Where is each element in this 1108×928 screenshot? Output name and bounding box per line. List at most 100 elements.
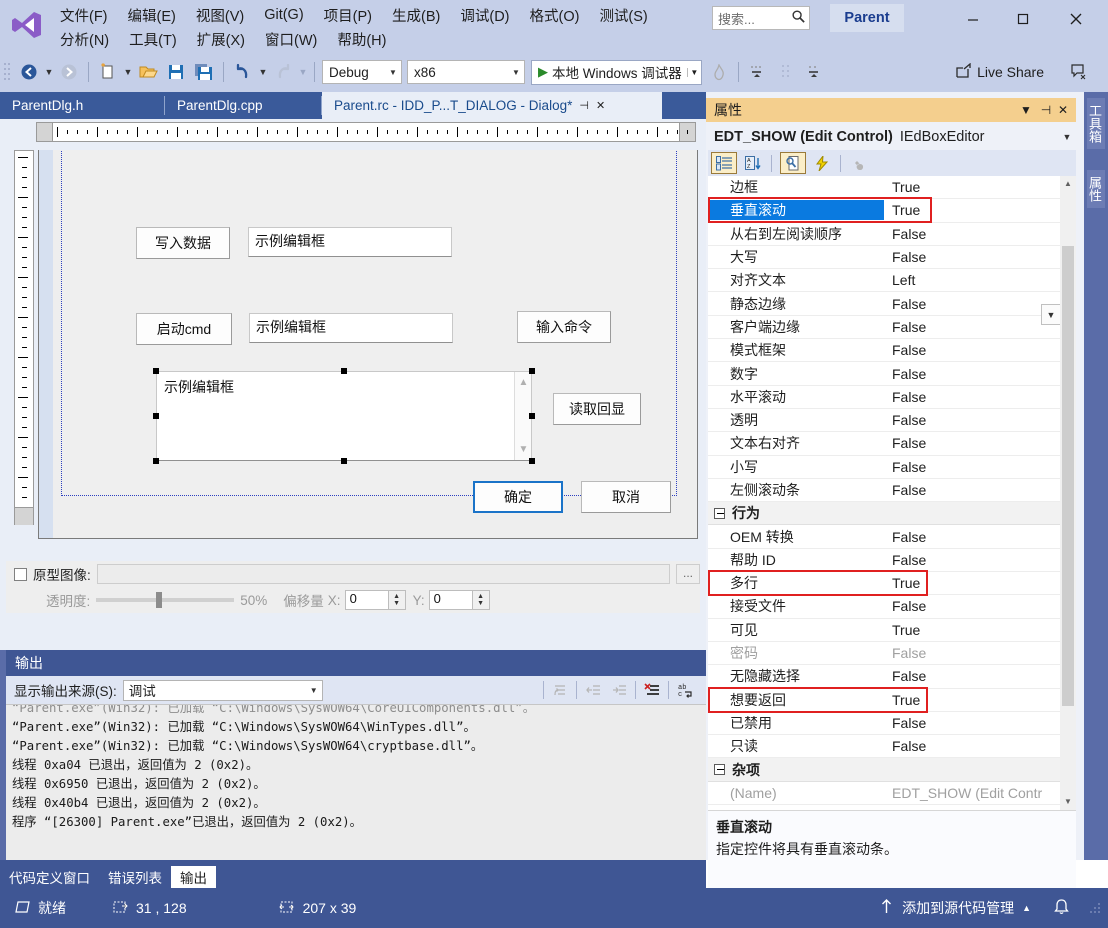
property-value[interactable]: False: [884, 598, 1060, 614]
dialog-canvas[interactable]: 创建子进程 写入数据 示例编辑框 启动cmd 示例编辑框 输入命令 示例编辑框 …: [38, 150, 698, 539]
new-item-icon[interactable]: [95, 59, 121, 85]
selection-handle[interactable]: [529, 368, 535, 374]
properties-scrollbar[interactable]: ▲ ▼: [1060, 176, 1076, 810]
property-row[interactable]: 文本右对齐 False: [708, 432, 1060, 456]
scroll-up-icon[interactable]: ▲: [517, 376, 530, 389]
properties-page-icon[interactable]: [780, 152, 806, 174]
ruler-handle-left[interactable]: [37, 123, 53, 141]
pin-icon[interactable]: ⊣: [579, 99, 589, 112]
opacity-slider[interactable]: [96, 592, 235, 608]
collapse-group-icon[interactable]: [714, 764, 725, 776]
solution-badge[interactable]: Parent: [830, 4, 904, 32]
undo-dropdown-icon[interactable]: ▼: [257, 67, 269, 77]
chevron-down-icon[interactable]: ▼: [1058, 132, 1076, 142]
btn-cancel[interactable]: 取消: [581, 481, 671, 513]
property-value[interactable]: False: [884, 226, 1060, 242]
clear-all-icon[interactable]: [639, 678, 665, 702]
menu-debug[interactable]: 调试(D): [450, 3, 519, 28]
offset-y-input[interactable]: 0: [428, 590, 473, 610]
bottom-tab-output[interactable]: 输出: [171, 866, 216, 888]
property-row[interactable]: OEM 转换 False: [708, 525, 1060, 549]
property-row[interactable]: 透明 False: [708, 409, 1060, 433]
property-value[interactable]: False: [884, 482, 1060, 498]
property-row[interactable]: 静态边缘 False: [708, 292, 1060, 316]
menu-analyze[interactable]: 分析(N): [50, 27, 119, 52]
offset-x-input[interactable]: 0: [344, 590, 389, 610]
close-icon[interactable]: [1053, 4, 1099, 34]
bottom-tab-code-definition[interactable]: 代码定义窗口: [0, 866, 99, 888]
property-group-row[interactable]: 行为: [708, 502, 1060, 526]
navigate-back-icon[interactable]: [16, 59, 42, 85]
live-share-button[interactable]: Live Share: [955, 62, 1044, 82]
menu-view[interactable]: 视图(V): [186, 3, 254, 28]
property-value[interactable]: False: [884, 319, 1060, 335]
collapse-group-icon[interactable]: [714, 507, 725, 519]
prototype-image-input[interactable]: [96, 564, 670, 584]
start-debugging-button[interactable]: ▶ 本地 Windows 调试器 ▼: [531, 59, 702, 85]
property-value[interactable]: True: [884, 202, 1060, 218]
next-message-icon[interactable]: [606, 678, 632, 702]
property-row[interactable]: 客户端边缘 False: [708, 316, 1060, 340]
property-value[interactable]: True: [884, 575, 1060, 591]
doc-tab-parentdlg-cpp[interactable]: ParentDlg.cpp: [165, 92, 321, 119]
btn-write-data[interactable]: 写入数据: [136, 227, 230, 259]
properties-grid[interactable]: 边框 True 垂直滚动 True 从右到左阅读顺序 False 大写 False 对齐文本 Le…: [708, 176, 1060, 810]
minimize-icon[interactable]: [950, 4, 996, 34]
step-into-icon[interactable]: [745, 59, 771, 85]
property-row[interactable]: 小写 False: [708, 456, 1060, 479]
maximize-icon[interactable]: [1000, 4, 1046, 34]
property-pages-icon[interactable]: [849, 152, 875, 174]
property-value[interactable]: True: [884, 179, 1060, 195]
property-row[interactable]: 数字 False: [708, 362, 1060, 386]
btn-ok[interactable]: 确定: [473, 481, 563, 513]
property-value[interactable]: False: [884, 389, 1060, 405]
menu-extensions[interactable]: 扩展(X): [187, 27, 255, 52]
close-tab-icon[interactable]: ✕: [596, 99, 605, 112]
redo-icon[interactable]: [270, 59, 296, 85]
undo-icon[interactable]: [230, 59, 256, 85]
output-source-dropdown[interactable]: 调试 ▼: [122, 679, 323, 701]
jump-to-message-icon[interactable]: [547, 678, 573, 702]
output-text-area[interactable]: “Parent.exe”(Win32): 已加载 “C:\Windows\Sys…: [6, 704, 706, 860]
scroll-down-icon[interactable]: ▼: [1060, 794, 1076, 810]
btn-start-cmd[interactable]: 启动cmd: [136, 313, 232, 345]
edit-show-multiline[interactable]: 示例编辑框 ▲ ▼: [156, 371, 532, 461]
solution-platform-dropdown[interactable]: x86 ▼: [407, 60, 525, 84]
property-value[interactable]: False: [884, 715, 1060, 731]
run-dropdown-icon[interactable]: ▼: [686, 67, 701, 77]
vertical-tab-toolbox[interactable]: 工具箱: [1087, 98, 1105, 149]
property-row[interactable]: 已禁用 False: [708, 712, 1060, 736]
property-row[interactable]: 边框 True: [708, 176, 1060, 200]
property-row[interactable]: 无隐藏选择 False: [708, 665, 1060, 689]
status-notifications[interactable]: [1053, 898, 1070, 919]
categorized-icon[interactable]: [711, 152, 737, 174]
property-value[interactable]: False: [884, 435, 1060, 451]
property-value[interactable]: False: [884, 296, 1060, 312]
chevron-down-icon[interactable]: ▼: [1016, 103, 1036, 117]
menu-window[interactable]: 窗口(W): [255, 27, 327, 52]
opacity-slider-knob[interactable]: [156, 592, 163, 608]
property-row[interactable]: 大写 False: [708, 246, 1060, 270]
menu-help[interactable]: 帮助(H): [327, 27, 396, 52]
property-group-row[interactable]: 杂项: [708, 758, 1060, 782]
prototype-image-checkbox[interactable]: [14, 567, 27, 581]
save-icon[interactable]: [163, 59, 189, 85]
selection-handle[interactable]: [153, 413, 159, 419]
new-item-dropdown-icon[interactable]: ▼: [122, 67, 134, 77]
property-value[interactable]: False: [884, 529, 1060, 545]
property-row[interactable]: 从右到左阅读顺序 False: [708, 223, 1060, 246]
scroll-up-icon[interactable]: ▲: [1060, 176, 1076, 192]
property-row[interactable]: 模式框架 False: [708, 339, 1060, 363]
property-value[interactable]: False: [884, 668, 1060, 684]
property-value[interactable]: False: [884, 459, 1060, 475]
btn-read-echo[interactable]: 读取回显: [553, 393, 641, 425]
property-value[interactable]: False: [884, 552, 1060, 568]
selection-handle[interactable]: [341, 368, 347, 374]
caret-up-icon[interactable]: ▲: [1022, 903, 1031, 913]
properties-object-selector[interactable]: EDT_SHOW (Edit Control) IEdBoxEditor ▼: [708, 124, 1076, 150]
property-value[interactable]: Left: [884, 272, 1060, 288]
menu-git[interactable]: Git(G): [254, 5, 313, 25]
property-row[interactable]: 可见 True: [708, 619, 1060, 642]
menu-format[interactable]: 格式(O): [520, 3, 590, 28]
edit-cmd[interactable]: 示例编辑框: [249, 313, 453, 343]
